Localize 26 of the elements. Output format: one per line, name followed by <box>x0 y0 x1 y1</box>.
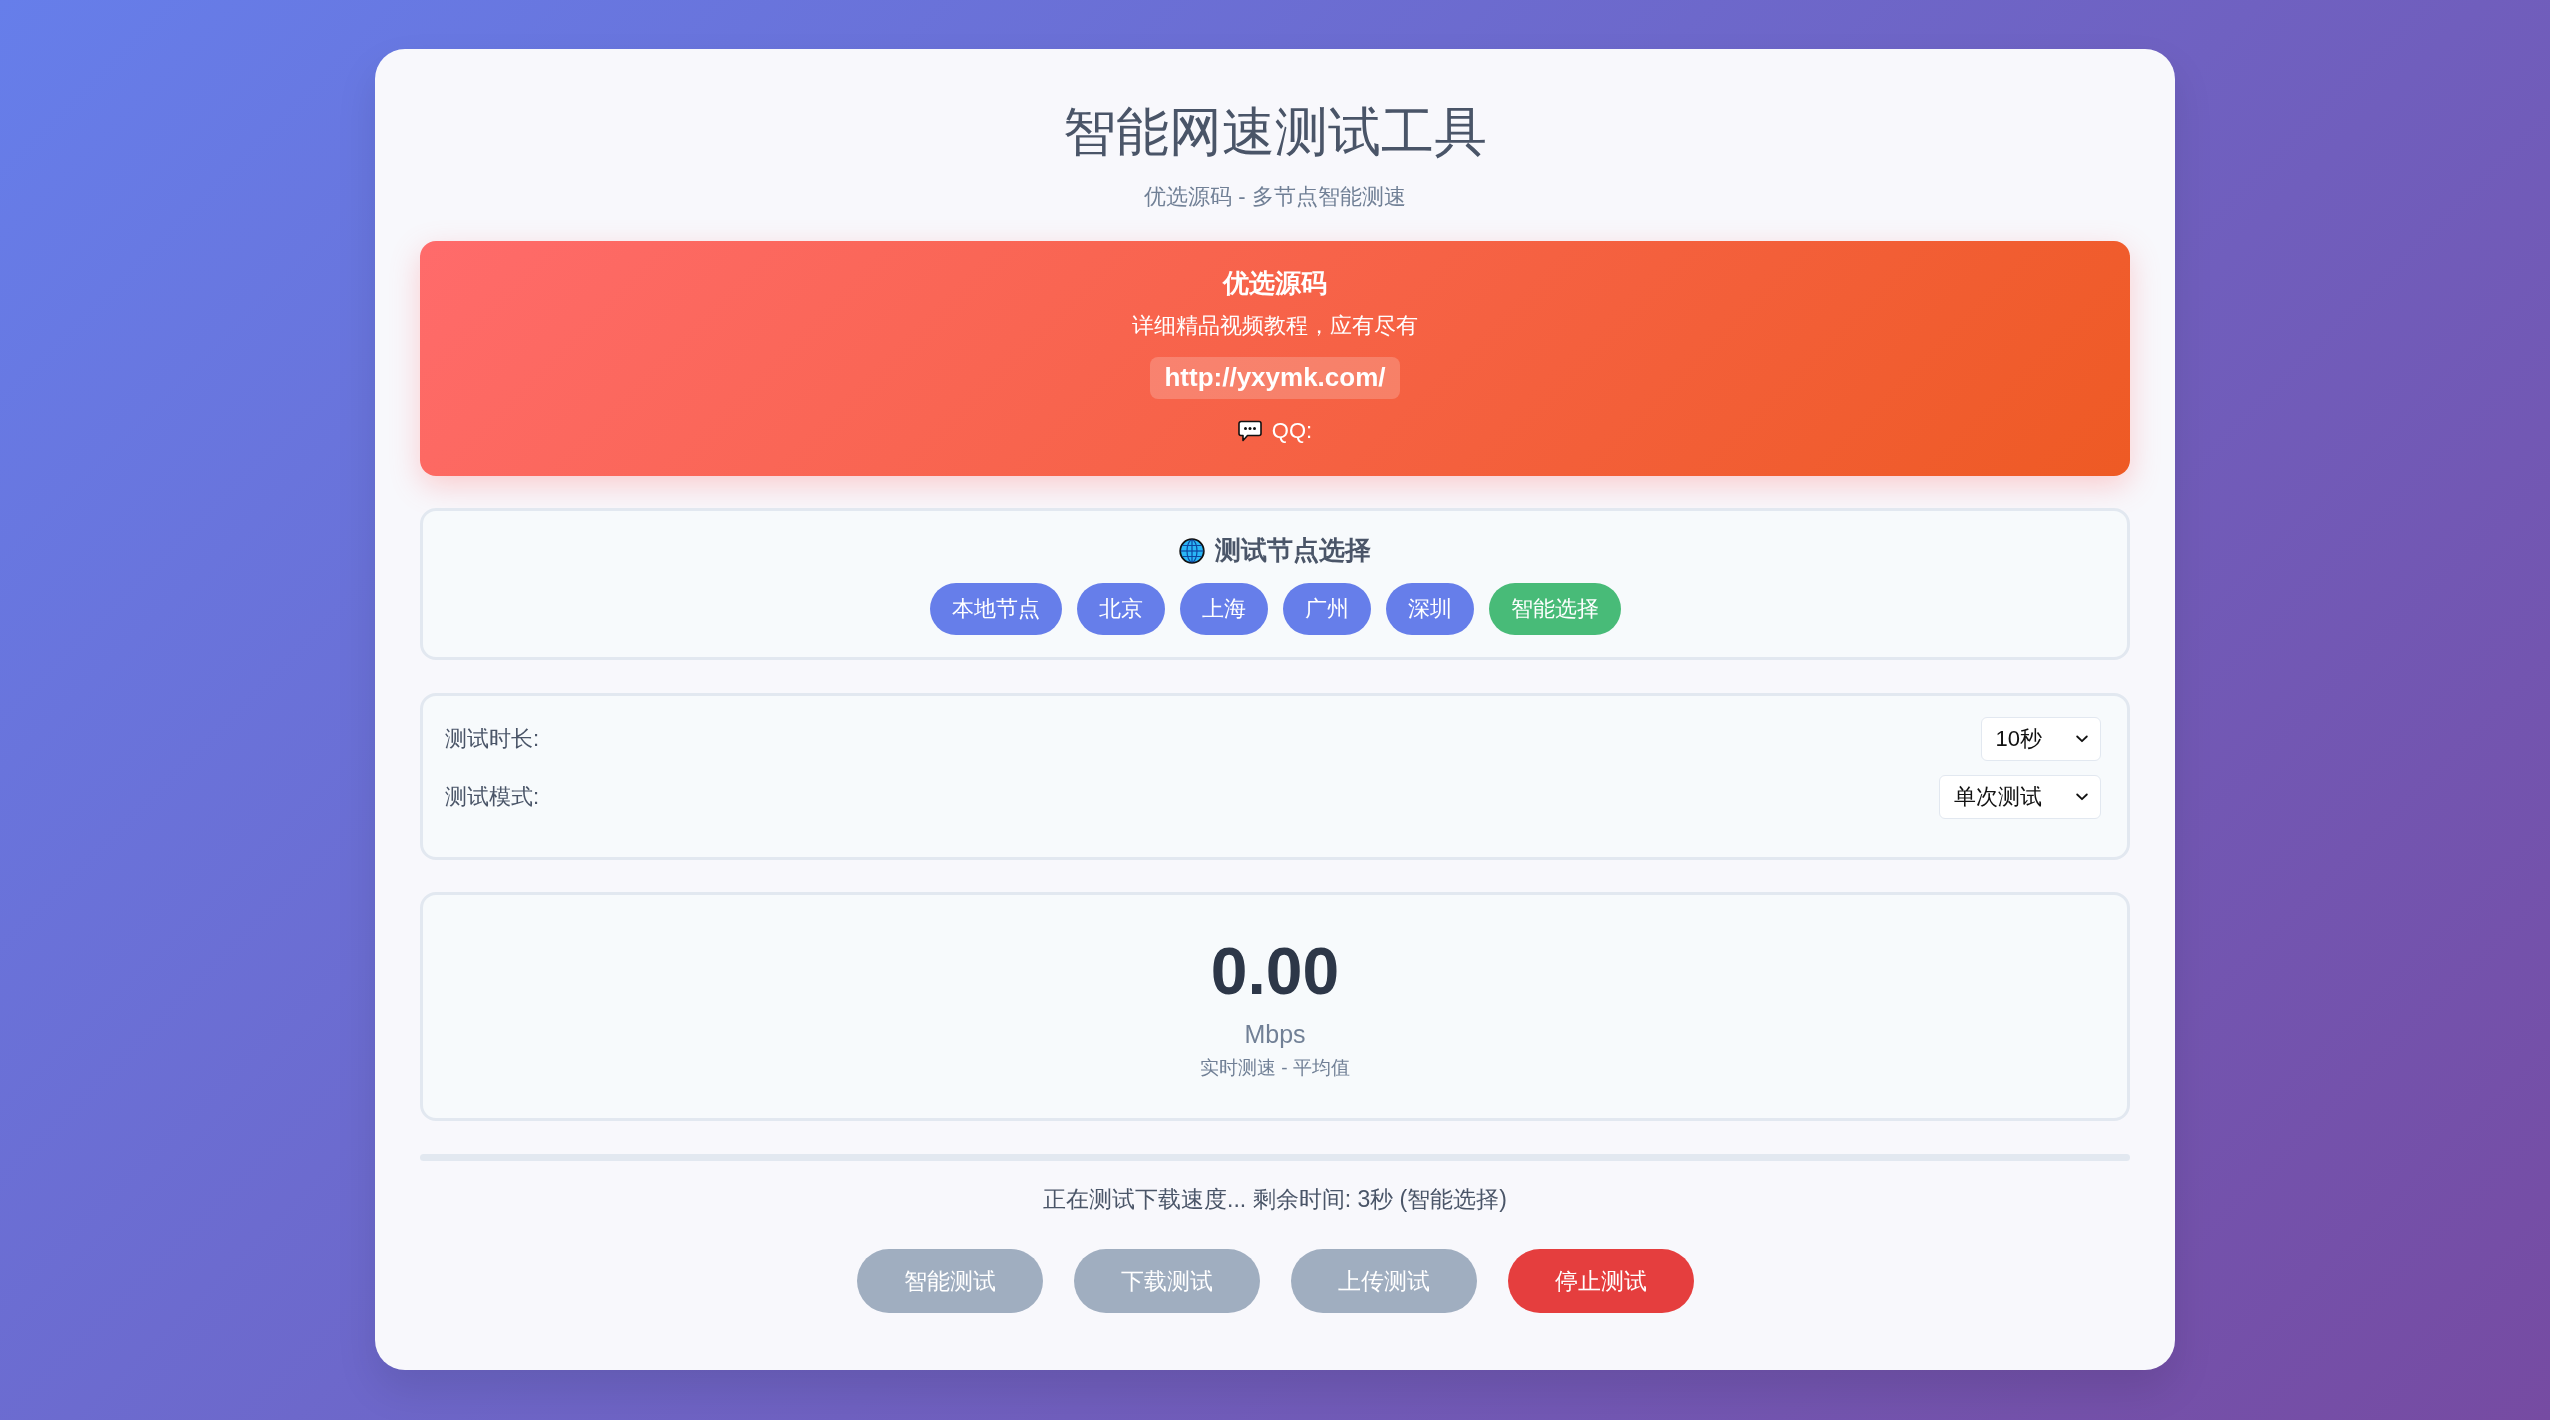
node-button[interactable]: 上海 <box>1179 582 1268 636</box>
node-button[interactable]: 本地节点 <box>929 582 1062 636</box>
speed-value: 0.00 <box>1210 933 1340 1011</box>
contact-label: QQ: <box>1271 417 1313 446</box>
setting-select[interactable]: 单次测试 <box>1939 775 2101 820</box>
node-button[interactable]: 智能选择 <box>1488 582 1621 636</box>
speed-caption: 实时测速 - 平均值 <box>1200 1056 1350 1081</box>
website-link[interactable]: http://yxymk.com/ <box>1150 357 1400 400</box>
page-title: 智能网速测试工具 <box>1062 101 1488 163</box>
chevron-down-icon <box>2076 735 2088 744</box>
globe-icon <box>1179 537 1205 564</box>
setting-select[interactable]: 10秒 <box>1980 717 2101 762</box>
node-button[interactable]: 深圳 <box>1385 582 1474 636</box>
banner-title: 优选源码 <box>1223 267 1327 301</box>
speed-unit: Mbps <box>1244 1018 1306 1050</box>
node-button[interactable]: 北京 <box>1076 582 1165 636</box>
node-selection-heading: 测试节点选择 <box>1215 533 1371 567</box>
page-subtitle: 优选源码 - 多节点智能测速 <box>1143 183 1407 212</box>
setting-label: 测试模式: <box>445 783 540 811</box>
test-button[interactable]: 停止测试 <box>1507 1249 1694 1314</box>
banner-description: 详细精品视频教程，应有尽有 <box>1132 312 1418 341</box>
setting-label: 测试时长: <box>445 725 540 753</box>
chevron-down-icon <box>2076 793 2088 802</box>
status-text: 正在测试下载速度... 剩余时间: 3秒 (智能选择) <box>1042 1185 1508 1214</box>
node-button[interactable]: 广州 <box>1282 582 1371 636</box>
speech-bubble-icon <box>1237 420 1262 443</box>
